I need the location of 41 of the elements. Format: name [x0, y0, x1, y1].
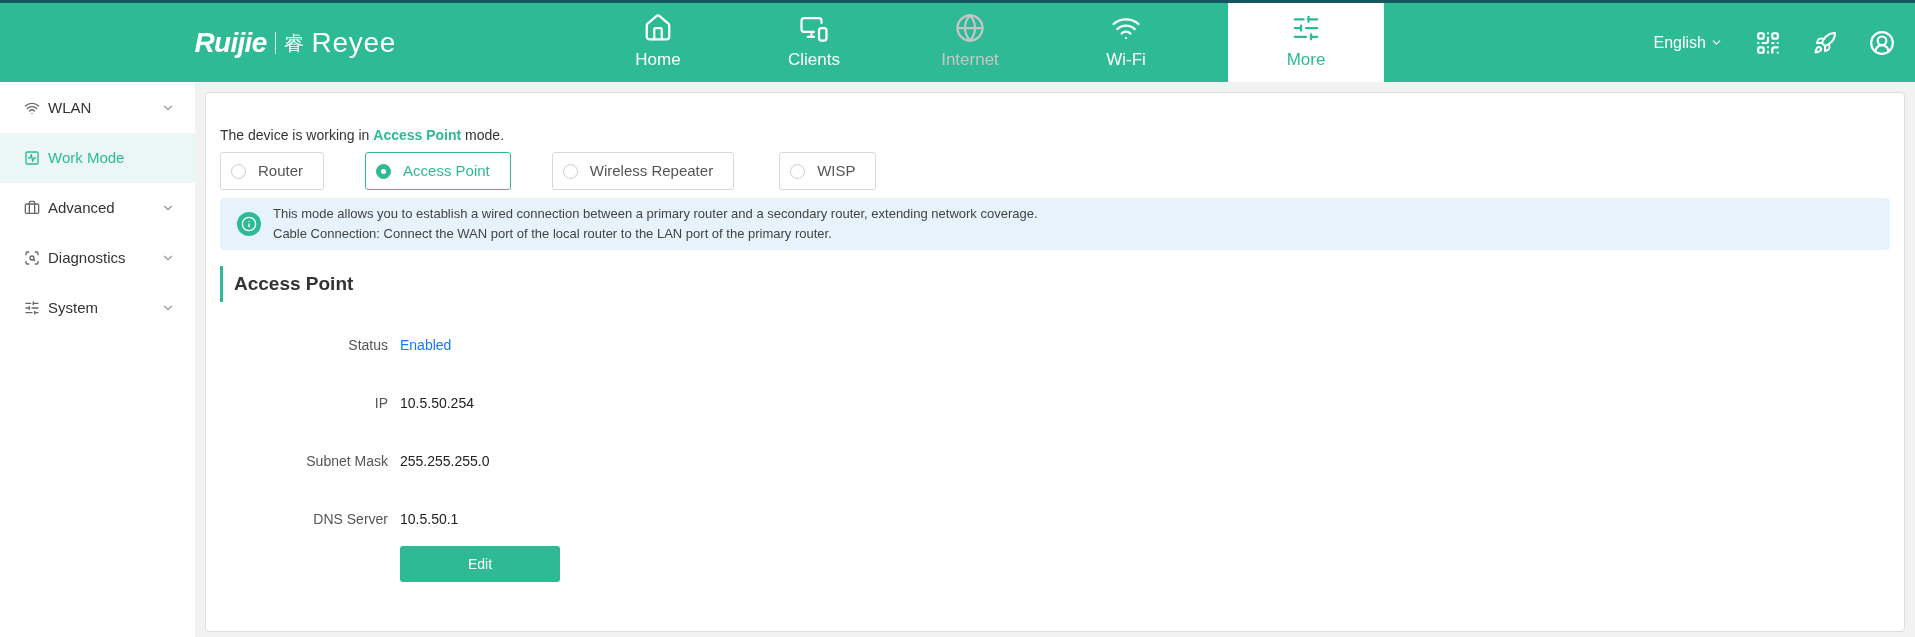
user-icon[interactable]	[1869, 29, 1895, 56]
sidebar-item[interactable]: Advanced	[0, 183, 195, 233]
briefcase-icon	[24, 200, 40, 216]
field-label: Status	[347, 336, 388, 355]
nav-tab[interactable]: Wi-Fi	[1048, 3, 1204, 82]
field-label: DNS Server	[312, 510, 388, 529]
brand-logo: Ruijie	[194, 25, 267, 60]
field-value: Enabled	[400, 336, 452, 355]
field-value: 10.5.50.1	[400, 510, 459, 529]
edit-button[interactable]: Edit	[400, 546, 560, 582]
product-logo: Reyee	[311, 25, 396, 60]
nav-tab[interactable]: Clients	[736, 3, 892, 82]
home-icon	[643, 12, 673, 43]
field-label: IP	[373, 394, 388, 413]
sidebar-item[interactable]: WLAN	[0, 83, 195, 133]
section-title: Access Point	[220, 266, 1890, 302]
info-text: This mode allows you to establish a wired connection between a primary router and a secondary router, extending network coverage.	[273, 205, 1038, 223]
language-dropdown[interactable]: English	[1653, 30, 1723, 55]
sidebar-item[interactable]: Diagnostics	[0, 233, 195, 283]
globe-icon	[955, 12, 985, 43]
field-label: Subnet Mask	[305, 452, 388, 471]
search-icon	[24, 250, 40, 266]
rocket-icon[interactable]	[1813, 30, 1837, 55]
sidebar-item[interactable]: System	[0, 283, 195, 333]
nav-tab[interactable]: More	[1228, 3, 1384, 82]
qr-code-icon[interactable]	[1755, 29, 1781, 56]
field-value: 255.255.255.0	[400, 452, 490, 471]
sidebar-item[interactable]: Work Mode	[0, 133, 195, 183]
field-value: 10.5.50.254	[400, 394, 474, 413]
sliders-icon	[24, 300, 40, 316]
logo-mark: 睿	[283, 30, 304, 56]
nav-tab[interactable]: Home	[580, 3, 736, 82]
mode-radio[interactable]: Wireless Repeater	[551, 152, 735, 190]
mode-radio[interactable]: Router	[220, 152, 325, 190]
info-text: Cable Connection: Connect the WAN port of the local router to the LAN port of the primary router.	[273, 225, 833, 243]
wifi-icon	[24, 100, 40, 116]
info-icon	[237, 212, 261, 236]
mode-radio[interactable]: Access Point	[365, 152, 511, 190]
mode-radio[interactable]: WISP	[779, 152, 877, 190]
mode-description: The device is working in Access Point mode.	[220, 126, 506, 145]
mode-icon	[24, 150, 40, 166]
